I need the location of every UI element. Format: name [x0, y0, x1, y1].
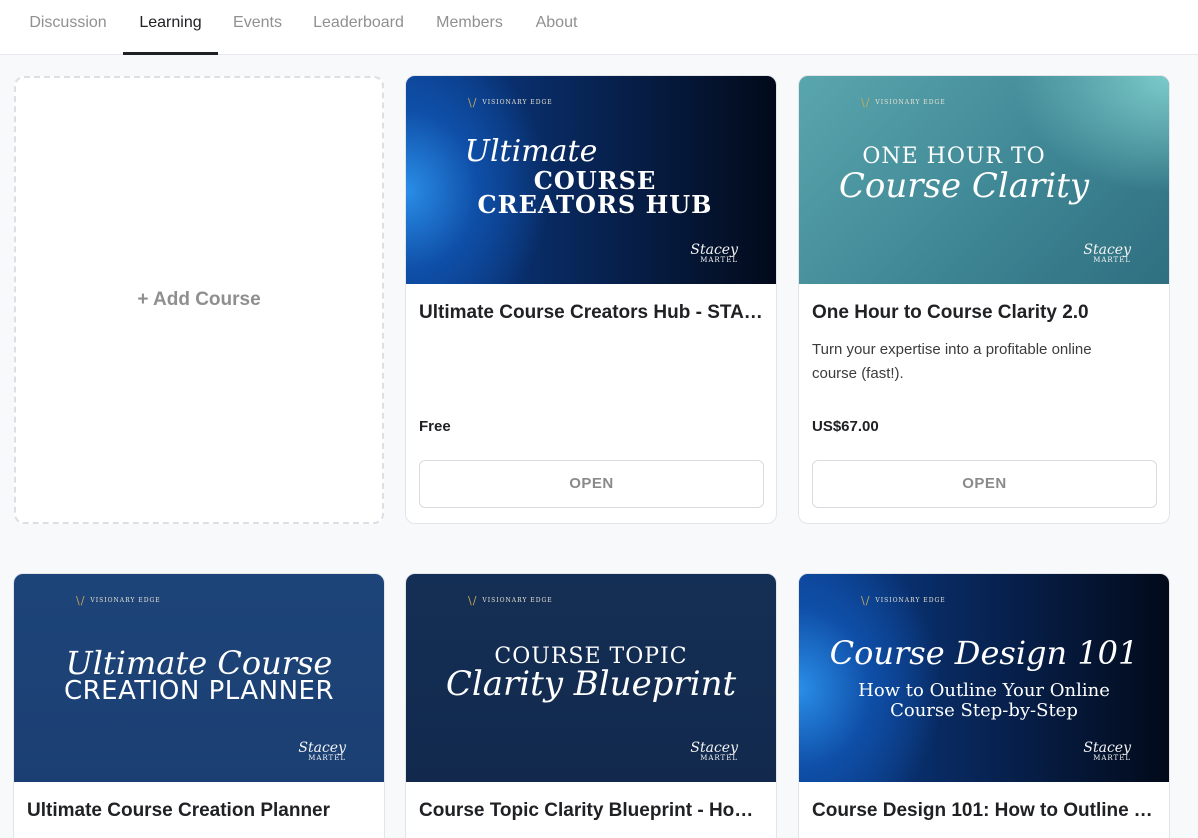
course-cover-image[interactable]: \/VISIONARY EDGE Ultimate COURSE CREATOR… — [406, 76, 776, 284]
cover-text: Ultimate — [464, 134, 598, 169]
brand-logo: \/VISIONARY EDGE — [468, 96, 553, 109]
cover-text: Course Clarity — [838, 166, 1090, 206]
signature-logo: Stacey MARTEL — [1083, 740, 1131, 762]
course-title[interactable]: Ultimate Course Creators Hub - STA… — [419, 302, 763, 324]
signature-logo: Stacey MARTEL — [298, 740, 346, 762]
tab-leaderboard[interactable]: Leaderboard — [305, 0, 412, 55]
top-nav: Discussion Learning Events Leaderboard M… — [0, 0, 1198, 55]
cover-text: Course Step-by-Step — [890, 700, 1078, 721]
course-price: US$67.00 — [812, 418, 879, 435]
cover-text: CREATORS HUB — [477, 190, 713, 219]
brand-logo: \/VISIONARY EDGE — [861, 96, 946, 109]
course-cover-image[interactable]: \/VISIONARY EDGE Ultimate Course CREATIO… — [14, 574, 384, 782]
cover-text: How to Outline Your Online — [858, 680, 1110, 701]
course-card[interactable]: \/VISIONARY EDGE Ultimate Course CREATIO… — [13, 573, 385, 838]
cover-text: Course Design 101 — [829, 634, 1139, 672]
add-course-button[interactable]: + Add Course — [14, 76, 384, 524]
brand-logo: \/VISIONARY EDGE — [76, 594, 161, 607]
tab-learning[interactable]: Learning — [123, 0, 218, 55]
signature-logo: Stacey MARTEL — [690, 242, 738, 264]
tab-events[interactable]: Events — [226, 0, 289, 55]
course-title[interactable]: Course Design 101: How to Outline Y… — [812, 800, 1156, 822]
signature-logo: Stacey MARTEL — [690, 740, 738, 762]
course-title[interactable]: Ultimate Course Creation Planner — [27, 800, 371, 822]
course-title[interactable]: Course Topic Clarity Blueprint - How … — [419, 800, 763, 822]
course-card[interactable]: \/VISIONARY EDGE Course Design 101 How t… — [798, 573, 1170, 838]
signature-logo: Stacey MARTEL — [1083, 242, 1131, 264]
open-button[interactable]: OPEN — [419, 460, 764, 508]
course-card[interactable]: \/VISIONARY EDGE ONE HOUR TO Course Clar… — [798, 75, 1170, 524]
tab-discussion[interactable]: Discussion — [16, 0, 120, 55]
course-cover-image[interactable]: \/VISIONARY EDGE COURSE TOPIC Clarity Bl… — [406, 574, 776, 782]
add-course-label: + Add Course — [137, 289, 261, 310]
course-price: Free — [419, 418, 451, 435]
cover-text: Clarity Blueprint — [445, 664, 737, 704]
cover-text: CREATION PLANNER — [63, 676, 335, 706]
tab-about[interactable]: About — [527, 0, 586, 55]
course-description: Turn your expertise into a profitable on… — [812, 341, 1092, 382]
tab-members[interactable]: Members — [428, 0, 511, 55]
course-title[interactable]: One Hour to Course Clarity 2.0 — [812, 302, 1156, 324]
course-cover-image[interactable]: \/VISIONARY EDGE ONE HOUR TO Course Clar… — [799, 76, 1169, 284]
open-button[interactable]: OPEN — [812, 460, 1157, 508]
course-cover-image[interactable]: \/VISIONARY EDGE Course Design 101 How t… — [799, 574, 1169, 782]
brand-logo: \/VISIONARY EDGE — [861, 594, 946, 607]
course-card[interactable]: \/VISIONARY EDGE Ultimate COURSE CREATOR… — [405, 75, 777, 524]
brand-logo: \/VISIONARY EDGE — [468, 594, 553, 607]
course-card[interactable]: \/VISIONARY EDGE COURSE TOPIC Clarity Bl… — [405, 573, 777, 838]
